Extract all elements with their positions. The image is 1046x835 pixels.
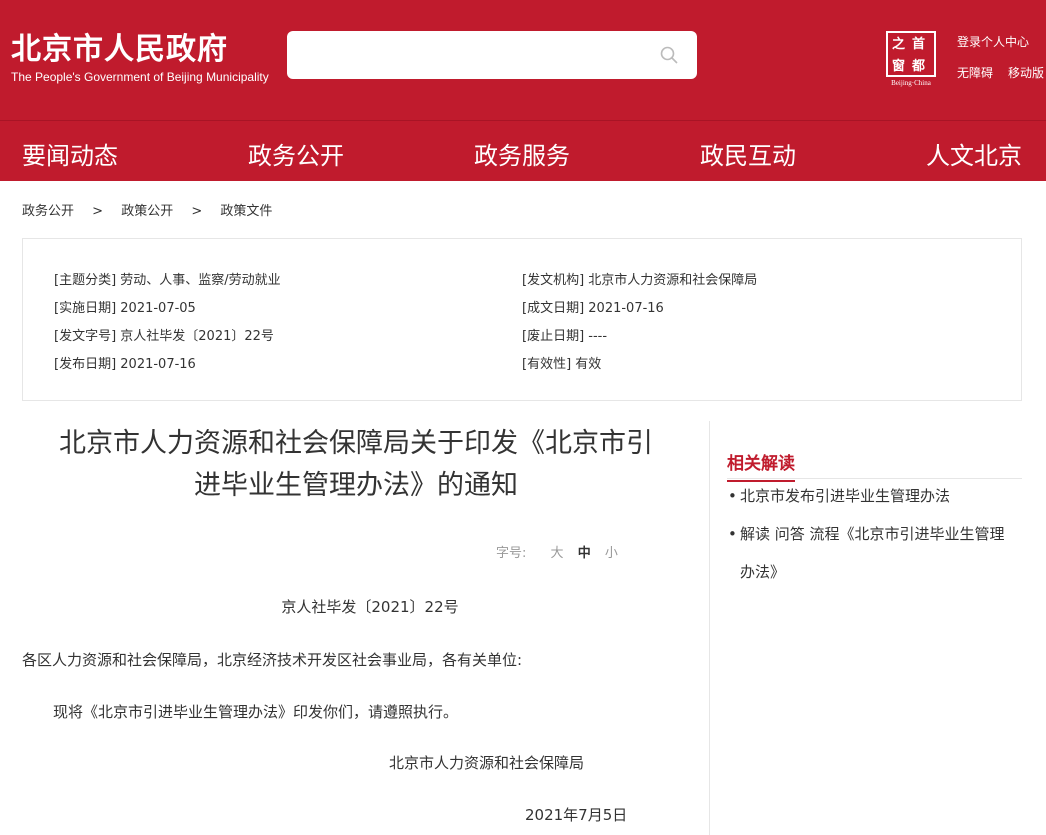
article-body: 现将《北京市引进毕业生管理办法》印发你们，请遵照执行。 bbox=[53, 703, 459, 721]
related-item-label[interactable]: 办法》 bbox=[740, 563, 785, 581]
site-header: 北京市人民政府 The People's Government of Beiji… bbox=[0, 0, 1046, 120]
breadcrumb: 政务公开 > 政策公开 > 政策文件 bbox=[22, 200, 272, 219]
login-link[interactable]: 登录个人中心 bbox=[957, 33, 1029, 50]
article-title-line-1: 北京市人力资源和社会保障局关于印发《北京市引 bbox=[59, 428, 653, 459]
bullet: • bbox=[728, 487, 737, 505]
info-publish-date: [发布日期] 2021-07-16 bbox=[54, 357, 196, 372]
breadcrumb-policy[interactable]: 政策公开 bbox=[121, 200, 173, 219]
font-size-small-button[interactable]: 小 bbox=[605, 546, 618, 561]
nav-item-culture[interactable]: 人文北京 bbox=[926, 136, 1022, 171]
info-written-date: [成文日期] 2021-07-16 bbox=[522, 301, 664, 316]
nav-item-gov-services[interactable]: 政务服务 bbox=[474, 136, 570, 171]
search-icon[interactable] bbox=[659, 45, 679, 65]
main-nav: 要闻动态 政务公开 政务服务 政民互动 人文北京 bbox=[0, 120, 1046, 181]
article-date: 2021年7月5日 bbox=[525, 806, 628, 824]
info-doc-number: [发文字号] 京人社毕发〔2021〕22号 bbox=[54, 329, 274, 344]
info-validity: [有效性] 有效 bbox=[522, 357, 602, 372]
accessibility-link[interactable]: 无障碍 bbox=[957, 64, 993, 81]
article-salutation: 各区人力资源和社会保障局，北京经济技术开发区社会事业局，各有关单位: bbox=[22, 651, 523, 669]
breadcrumb-separator: > bbox=[92, 204, 104, 219]
related-item-label[interactable]: 解读 问答 流程《北京市引进毕业生管理 bbox=[740, 525, 1005, 543]
site-logo-subtitle[interactable]: The People's Government of Beijing Munic… bbox=[11, 70, 269, 84]
content-divider bbox=[709, 421, 710, 835]
capital-logo-en: Beijing·China bbox=[891, 79, 931, 87]
capital-char-3: 之 bbox=[892, 37, 906, 52]
info-repeal-date: [废止日期] ---- bbox=[522, 329, 608, 344]
site-logo-title[interactable]: 北京市人民政府 bbox=[11, 24, 228, 68]
related-item[interactable]: • 解读 问答 流程《北京市引进毕业生管理 bbox=[728, 515, 1028, 553]
article-doc-number: 京人社毕发〔2021〕22号 bbox=[281, 598, 459, 616]
article-title: 北京市人力资源和社会保障局关于印发《北京市引 进毕业生管理办法》的通知 bbox=[22, 423, 690, 507]
capital-char-2: 都 bbox=[912, 59, 926, 74]
article-signature: 北京市人力资源和社会保障局 bbox=[389, 754, 585, 772]
capital-char-4: 窗 bbox=[892, 59, 906, 74]
breadcrumb-policy-docs[interactable]: 政策文件 bbox=[220, 200, 272, 219]
font-size-medium-button[interactable]: 中 bbox=[578, 546, 591, 561]
nav-item-interaction[interactable]: 政民互动 bbox=[700, 136, 796, 171]
related-item-label[interactable]: 北京市发布引进毕业生管理办法 bbox=[740, 487, 950, 505]
capital-window-logo[interactable]: 首 都 之 窗 Beijing·China bbox=[884, 31, 938, 87]
article-title-line-2: 进毕业生管理办法》的通知 bbox=[194, 470, 518, 501]
search-input[interactable] bbox=[287, 31, 697, 79]
font-size-large-button[interactable]: 大 bbox=[551, 546, 564, 561]
related-item[interactable]: • 北京市发布引进毕业生管理办法 bbox=[728, 477, 1028, 515]
breadcrumb-gov-affairs[interactable]: 政务公开 bbox=[22, 200, 74, 219]
info-effective-date: [实施日期] 2021-07-05 bbox=[54, 301, 196, 316]
font-size-control: 字号: 大 中 小 bbox=[496, 542, 618, 561]
nav-item-gov-affairs[interactable]: 政务公开 bbox=[248, 136, 344, 171]
bullet: • bbox=[728, 525, 737, 543]
capital-char-1: 首 bbox=[912, 37, 926, 52]
nav-item-news[interactable]: 要闻动态 bbox=[22, 136, 118, 171]
font-size-label: 字号: bbox=[496, 546, 527, 561]
related-item-continuation[interactable]: 办法》 bbox=[728, 553, 1028, 591]
info-topic: [主题分类] 劳动、人事、监察/劳动就业 bbox=[54, 273, 281, 288]
document-info-box: [主题分类] 劳动、人事、监察/劳动就业 [发文机构] 北京市人力资源和社会保障… bbox=[22, 238, 1022, 401]
info-issuer: [发文机构] 北京市人力资源和社会保障局 bbox=[522, 273, 758, 288]
breadcrumb-separator: > bbox=[191, 204, 203, 219]
mobile-version-link[interactable]: 移动版 bbox=[1008, 64, 1044, 81]
